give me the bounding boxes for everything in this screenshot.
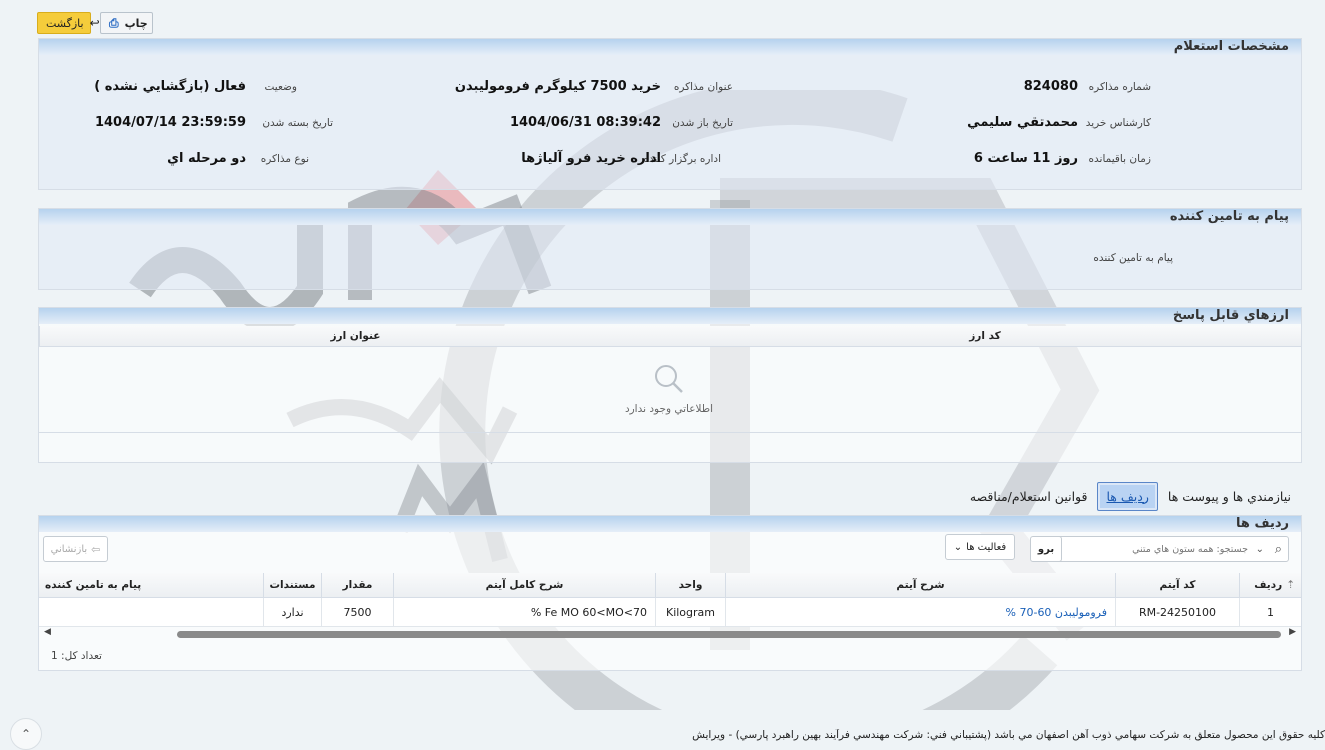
search-box[interactable]: ⌕ ⌄	[1033, 536, 1289, 562]
cell-quantity: 7500	[321, 598, 393, 626]
currencies-empty-state: اطلاعاتي وجود ندارد	[39, 348, 1301, 432]
sort-ascending-icon: ⇡	[1286, 579, 1295, 591]
chevron-down-icon[interactable]: ⌄	[1256, 544, 1264, 555]
column-header-item-code[interactable]: کد آيتم	[1115, 573, 1239, 597]
search-go-button[interactable]: برو	[1030, 536, 1062, 562]
scroll-left-icon[interactable]: ◀	[44, 627, 51, 637]
field-label-negotiation-number: شماره مذاکره	[1088, 81, 1151, 93]
tab-rules[interactable]: قوانين استعلام/مناقصه	[966, 489, 1092, 504]
cell-supplier-message	[39, 598, 265, 626]
field-value-status: فعال (بازگشايي نشده )	[94, 79, 246, 94]
field-label-negotiation-type: نوع مذاکره	[260, 153, 309, 165]
specs-title: مشخصات استعلام	[1173, 39, 1289, 54]
field-value-buyer: محمدتقي سليمي	[967, 115, 1078, 130]
field-label-remaining-time: زمان باقيمانده	[1088, 153, 1151, 165]
back-arrow-icon: ↩	[89, 16, 100, 30]
rows-grid-header: رديف ⇡ کد آيتم شرح آيتم واحد شرح كامل آي…	[39, 573, 1301, 598]
field-value-negotiation-number: 824080	[1023, 79, 1078, 94]
field-value-remaining-time: 6 روز 11 ساعت	[973, 151, 1078, 166]
rows-panel-header: رديف ها	[39, 516, 1301, 532]
message-panel: پيام به تامين کننده پيام به تامين کننده	[38, 208, 1302, 290]
total-count: تعداد کل: 1	[51, 650, 102, 662]
cell-row-number: 1	[1239, 598, 1301, 626]
field-label-open-date: تاريخ باز شدن	[672, 117, 733, 129]
field-label-close-date: تاريخ بسته شدن	[262, 117, 333, 129]
cell-unit: Kilogram	[655, 598, 725, 626]
field-label-buyer: کارشناس خريد	[1085, 117, 1151, 129]
message-field-label: پيام به تامين کننده	[1093, 252, 1173, 264]
back-button[interactable]: بازگشت ↩	[37, 12, 100, 34]
tab-needs-attachments[interactable]: نيازمندي ها و پيوست ها	[1164, 489, 1295, 504]
search-input[interactable]	[1066, 538, 1250, 560]
column-header-full-desc[interactable]: شرح كامل آيتم	[393, 573, 655, 597]
table-row[interactable]: 1 RM-24250100 % فرومولیبدن 60-70 Kilogra…	[39, 598, 1301, 627]
footer-copyright: کليه حقوق اين محصول متعلق به شرکت سهامي …	[690, 729, 1325, 741]
currencies-footer-divider	[39, 432, 1301, 433]
field-value-negotiation-type: دو مرحله اي	[167, 151, 246, 166]
field-value-organizer: اداره خريد فرو آلياژها	[521, 151, 661, 166]
scroll-right-icon[interactable]: ▶	[1289, 627, 1296, 637]
field-value-close-date: 1404/07/14 23:59:59	[94, 115, 246, 130]
cell-documents: ندارد	[263, 598, 321, 626]
chevron-down-icon: ⌄	[953, 541, 963, 553]
message-panel-header: پيام به تامين کننده	[39, 209, 1301, 225]
reset-icon: ⇦	[91, 542, 101, 556]
column-header-unit[interactable]: واحد	[655, 573, 725, 597]
message-title: پيام به تامين کننده	[1169, 209, 1289, 224]
reset-button[interactable]: بازنشاني ⇦	[43, 536, 108, 562]
printer-icon: ⎙	[109, 15, 119, 30]
column-header-documents[interactable]: مستندات	[263, 573, 321, 597]
tab-rows[interactable]: رديف ها	[1097, 481, 1158, 511]
rows-title: رديف ها	[1236, 516, 1289, 531]
rows-panel: رديف ها ⌕ ⌄ برو ⌄ فعاليت ها بازنشاني ⇦ ر…	[38, 515, 1302, 671]
scrollbar-thumb[interactable]	[177, 631, 1281, 638]
column-header-quantity[interactable]: مقدار	[321, 573, 393, 597]
cell-item-desc: % فرومولیبدن 60-70	[725, 598, 1115, 626]
cell-item-code: RM-24250100	[1115, 598, 1239, 626]
field-value-negotiation-title: خرید 7500 کیلوگرم فرومولیبدن	[454, 79, 661, 94]
currencies-title: ارزهاي قابل پاسخ	[1172, 308, 1289, 323]
specs-panel: مشخصات استعلام شماره مذاکره 824080 عنوان…	[38, 38, 1302, 190]
column-header-currency-title[interactable]: عنوان ارز	[39, 326, 671, 346]
column-header-supplier-message[interactable]: پيام به تامين کننده	[39, 573, 265, 597]
print-button[interactable]: ⎙ چاپ	[100, 12, 153, 34]
currencies-grid-header: کد ارز عنوان ارز	[39, 326, 1301, 347]
specs-panel-header: مشخصات استعلام	[39, 39, 1301, 55]
currencies-panel: ارزهاي قابل پاسخ کد ارز عنوان ارز اطلاعا…	[38, 307, 1302, 463]
horizontal-scrollbar[interactable]: ◀ ▶	[39, 627, 1301, 641]
column-header-item-desc[interactable]: شرح آيتم	[725, 573, 1115, 597]
search-empty-icon	[655, 365, 683, 393]
field-value-open-date: 1404/06/31 08:39:42	[509, 115, 661, 130]
item-desc-link[interactable]: % فرومولیبدن 60-70	[1006, 606, 1108, 619]
chevron-up-icon: ⌃	[20, 727, 32, 741]
field-label-negotiation-title: عنوان مذاکره	[673, 81, 733, 93]
column-header-row[interactable]: رديف ⇡	[1239, 573, 1301, 597]
search-icon: ⌕	[1274, 541, 1282, 557]
tabs-bar: نيازمندي ها و پيوست ها رديف ها قوانين اس…	[966, 478, 1295, 514]
cell-full-desc: % Fe MO 60<MO<70	[393, 598, 655, 626]
column-header-currency-code[interactable]: کد ارز	[669, 326, 1301, 346]
field-label-status: وضعيت	[264, 81, 297, 93]
empty-state-text: اطلاعاتي وجود ندارد	[624, 403, 714, 415]
currencies-panel-header: ارزهاي قابل پاسخ	[39, 308, 1301, 324]
actions-menu-button[interactable]: ⌄ فعاليت ها	[945, 534, 1015, 560]
scroll-to-top-button[interactable]: ⌃	[10, 718, 42, 750]
